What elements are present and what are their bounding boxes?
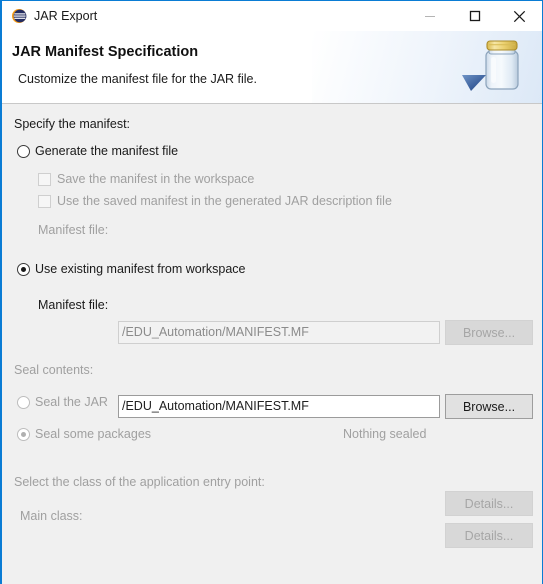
eclipse-icon [11, 8, 27, 24]
seal-contents-legend-label: Seal contents: [14, 363, 94, 377]
radio-seal-some-packages-label: Seal some packages [35, 427, 152, 441]
radio-seal-the-jar[interactable]: Seal the JAR [17, 395, 108, 409]
checkbox-use-saved-manifest[interactable]: Use the saved manifest in the generated … [38, 194, 392, 208]
existing-manifest-file-row: Manifest file: [38, 298, 108, 312]
main-class-label: Main class: [20, 509, 83, 523]
generate-manifest-file-label: Manifest file: [38, 223, 109, 237]
checkbox-save-manifest-workspace[interactable]: Save the manifest in the workspace [38, 172, 254, 186]
radio-generate-manifest-label: Generate the manifest file [35, 144, 179, 158]
checkbox-use-saved-manifest-box[interactable] [38, 194, 51, 208]
radio-generate-manifest[interactable]: Generate the manifest file [17, 144, 178, 158]
title-bar: JAR Export [2, 1, 542, 31]
specify-manifest-legend: Specify the manifest: [14, 117, 130, 131]
radio-generate-manifest-indicator[interactable] [17, 144, 30, 158]
existing-manifest-browse-button[interactable]: Browse... [445, 394, 533, 419]
jar-export-banner-icon [456, 35, 534, 101]
maximize-icon [469, 10, 480, 22]
close-icon [513, 10, 526, 22]
entry-point-legend: Select the class of the application entr… [14, 475, 265, 489]
main-class-row: Main class: [20, 509, 83, 523]
seal-contents-legend: Seal contents: [14, 363, 93, 377]
generate-manifest-browse-button[interactable]: Browse... [445, 320, 533, 345]
seal-some-packages-details-button[interactable]: Details... [445, 523, 533, 548]
radio-use-existing-manifest-indicator[interactable] [17, 262, 30, 276]
maximize-button[interactable] [452, 1, 497, 31]
seal-status: Nothing sealed [343, 427, 426, 441]
close-button[interactable] [497, 1, 542, 31]
radio-seal-the-jar-indicator[interactable] [17, 395, 30, 409]
title-bar-left: JAR Export [2, 8, 407, 24]
checkbox-save-manifest-workspace-box[interactable] [38, 172, 51, 186]
generate-manifest-file-input[interactable]: /EDU_Automation/MANIFEST.MF [118, 321, 440, 344]
existing-manifest-file-input[interactable]: /EDU_Automation/MANIFEST.MF [118, 395, 440, 418]
page-title: JAR Manifest Specification [12, 44, 199, 60]
radio-use-existing-manifest[interactable]: Use existing manifest from workspace [17, 262, 246, 276]
dialog-header: JAR Manifest Specification Customize the… [2, 31, 542, 104]
dialog-body: Specify the manifest: Generate the manif… [2, 104, 542, 584]
checkbox-use-saved-manifest-label: Use the saved manifest in the generated … [57, 194, 392, 208]
seal-status-label: Nothing sealed [343, 427, 427, 441]
checkbox-save-manifest-workspace-label: Save the manifest in the workspace [57, 172, 255, 186]
generate-manifest-file-row: Manifest file: [38, 223, 108, 237]
radio-seal-the-jar-label: Seal the JAR [35, 395, 108, 409]
window-title: JAR Export [34, 9, 98, 23]
page-description: Customize the manifest file for the JAR … [18, 72, 257, 86]
minimize-button[interactable] [407, 1, 452, 31]
radio-use-existing-manifest-label: Use existing manifest from workspace [35, 262, 246, 276]
seal-the-jar-details-button[interactable]: Details... [445, 491, 533, 516]
existing-manifest-file-label: Manifest file: [38, 298, 109, 312]
jar-export-dialog: JAR Export JAR Manifest Specification Cu… [0, 0, 543, 584]
radio-seal-some-packages[interactable]: Seal some packages [17, 427, 151, 441]
specify-manifest-legend-label: Specify the manifest: [14, 117, 131, 131]
entry-point-legend-label: Select the class of the application entr… [14, 475, 265, 489]
radio-seal-some-packages-indicator[interactable] [17, 427, 30, 441]
minimize-icon [424, 16, 435, 17]
